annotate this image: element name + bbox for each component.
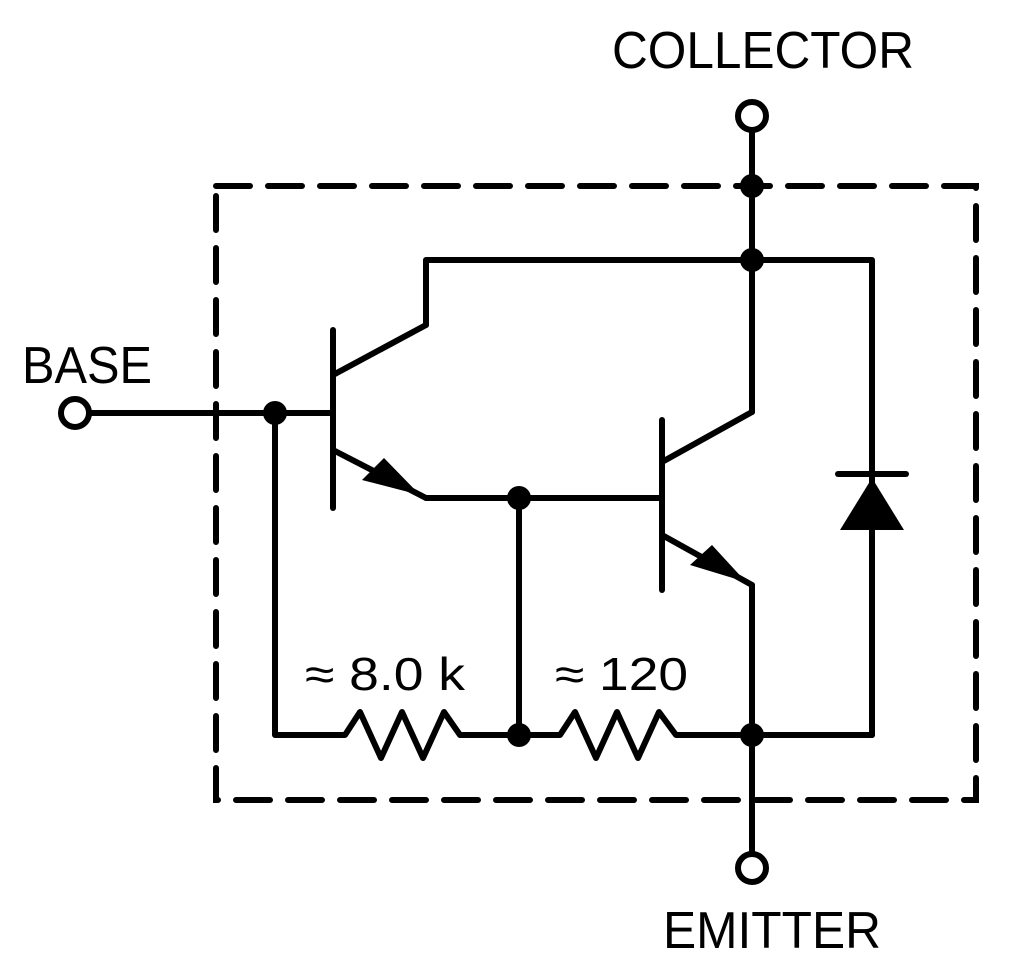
emitter-terminal[interactable] [735, 851, 769, 885]
q1-emitter-arrow-icon [362, 458, 420, 495]
resistor-r1-label: ≈ 8.0 k [305, 648, 466, 700]
darlington-schematic: COLLECTOR BASE EMITTER ≈ 8.0 k ≈ 120 [22, 22, 979, 960]
diode-triangle-icon [840, 478, 904, 530]
resistor-r1 [327, 709, 522, 761]
base-terminal[interactable] [58, 396, 92, 430]
q2-emitter-arrow-icon [690, 545, 746, 582]
emitter-label: EMITTER [663, 902, 881, 960]
resistor-r2 [516, 709, 755, 761]
collector-label: COLLECTOR [612, 22, 914, 80]
base-label: BASE [22, 337, 152, 395]
npn-transistor-q1 [330, 322, 429, 511]
diode [835, 471, 909, 530]
npn-transistor-q2 [659, 409, 755, 593]
collector-terminal[interactable] [735, 99, 769, 133]
resistor-r2-label: ≈ 120 [555, 648, 688, 700]
collector-junction-outline [740, 174, 764, 198]
resistor-junction [507, 723, 531, 747]
